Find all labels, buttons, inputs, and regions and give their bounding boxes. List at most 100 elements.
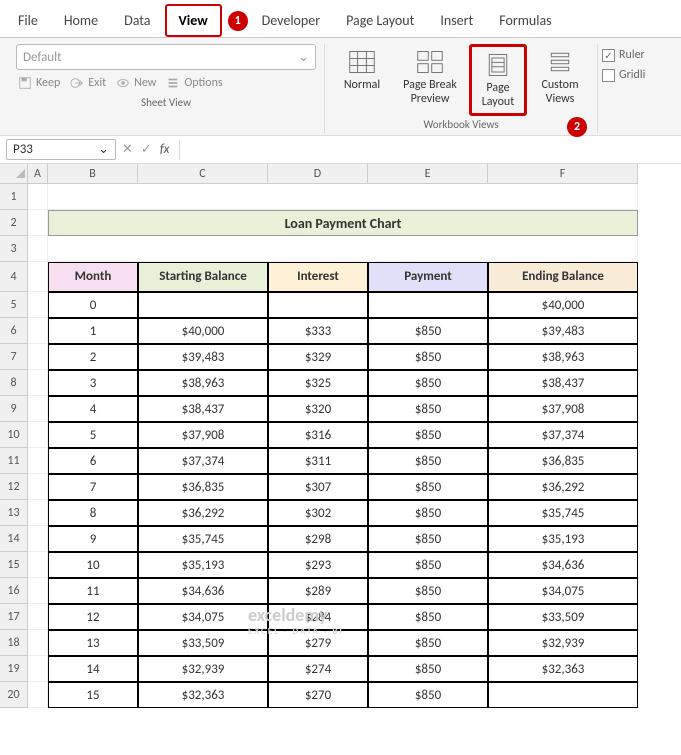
row-header[interactable]: 1 <box>0 184 28 210</box>
exit-button[interactable]: Exit <box>70 76 106 90</box>
cell-start[interactable]: $37,374 <box>138 448 268 474</box>
cell-ending[interactable]: $38,437 <box>488 370 638 396</box>
cell-ending[interactable]: $37,374 <box>488 422 638 448</box>
cell-month[interactable]: 5 <box>48 422 138 448</box>
gridlines-checkbox[interactable]: Gridli <box>602 68 645 82</box>
cell-interest[interactable]: $320 <box>268 396 368 422</box>
cell-start[interactable]: $36,835 <box>138 474 268 500</box>
col-header-e[interactable]: E <box>368 164 488 184</box>
cell-ending[interactable]: $38,963 <box>488 344 638 370</box>
name-box[interactable]: P33 ⌄ <box>6 139 116 160</box>
tab-insert[interactable]: Insert <box>428 6 485 35</box>
cell-start[interactable]: $34,636 <box>138 578 268 604</box>
cell-ending[interactable]: $35,193 <box>488 526 638 552</box>
row-header[interactable]: 20 <box>0 682 28 708</box>
cell-ending[interactable]: $32,939 <box>488 630 638 656</box>
cell-ending[interactable]: $37,908 <box>488 396 638 422</box>
cell-interest[interactable] <box>268 292 368 318</box>
cell-ending[interactable]: $39,483 <box>488 318 638 344</box>
col-header-b[interactable]: B <box>48 164 138 184</box>
cell-month[interactable]: 0 <box>48 292 138 318</box>
row-header[interactable]: 13 <box>0 500 28 526</box>
cell-interest[interactable]: $298 <box>268 526 368 552</box>
confirm-icon[interactable]: ✓ <box>141 142 152 157</box>
cell-ending[interactable]: $34,075 <box>488 578 638 604</box>
formula-input[interactable] <box>179 140 675 160</box>
cell-ending[interactable]: $33,509 <box>488 604 638 630</box>
cell-payment[interactable]: $850 <box>368 604 488 630</box>
cell-payment[interactable]: $850 <box>368 578 488 604</box>
cell-ending[interactable]: $36,835 <box>488 448 638 474</box>
row-header[interactable]: 2 <box>0 210 28 236</box>
cell-ending[interactable]: $36,292 <box>488 474 638 500</box>
cell-payment[interactable] <box>368 292 488 318</box>
tab-file[interactable]: File <box>6 6 50 35</box>
cell-payment[interactable]: $850 <box>368 526 488 552</box>
cell-start[interactable]: $37,908 <box>138 422 268 448</box>
row-header[interactable]: 11 <box>0 448 28 474</box>
cell-payment[interactable]: $850 <box>368 552 488 578</box>
col-header-a[interactable]: A <box>28 164 48 184</box>
row-header[interactable]: 14 <box>0 526 28 552</box>
row-header[interactable]: 12 <box>0 474 28 500</box>
cell-payment[interactable]: $850 <box>368 344 488 370</box>
cell-interest[interactable]: $293 <box>268 552 368 578</box>
cell-interest[interactable]: $302 <box>268 500 368 526</box>
cell-interest[interactable]: $325 <box>268 370 368 396</box>
col-header-d[interactable]: D <box>268 164 368 184</box>
cell-start[interactable]: $39,483 <box>138 344 268 370</box>
cell-interest[interactable]: $270 <box>268 682 368 708</box>
cell-month[interactable]: 2 <box>48 344 138 370</box>
fx-icon[interactable]: fx <box>160 142 170 157</box>
cell-start[interactable]: $38,437 <box>138 396 268 422</box>
row-header[interactable]: 6 <box>0 318 28 344</box>
cell-payment[interactable]: $850 <box>368 656 488 682</box>
cell-payment[interactable]: $850 <box>368 422 488 448</box>
custom-views-button[interactable]: Custom Views <box>531 44 589 110</box>
cell-ending[interactable] <box>488 682 638 708</box>
cell-month[interactable]: 1 <box>48 318 138 344</box>
cell-payment[interactable]: $850 <box>368 474 488 500</box>
cell-month[interactable]: 3 <box>48 370 138 396</box>
cell-month[interactable]: 6 <box>48 448 138 474</box>
cell-payment[interactable]: $850 <box>368 630 488 656</box>
cell-payment[interactable]: $850 <box>368 396 488 422</box>
cell-interest[interactable]: $279 <box>268 630 368 656</box>
cell-start[interactable]: $32,939 <box>138 656 268 682</box>
tab-data[interactable]: Data <box>112 6 162 35</box>
row-header[interactable]: 15 <box>0 552 28 578</box>
cell-month[interactable]: 11 <box>48 578 138 604</box>
cell-interest[interactable]: $329 <box>268 344 368 370</box>
cell-start[interactable]: $38,963 <box>138 370 268 396</box>
tab-page-layout[interactable]: Page Layout <box>334 6 426 35</box>
cell-interest[interactable]: $316 <box>268 422 368 448</box>
cell-ending[interactable]: $40,000 <box>488 292 638 318</box>
row-header[interactable]: 18 <box>0 630 28 656</box>
cell-start[interactable]: $40,000 <box>138 318 268 344</box>
tab-home[interactable]: Home <box>52 6 110 35</box>
tab-developer[interactable]: Developer <box>250 6 332 35</box>
col-header-c[interactable]: C <box>138 164 268 184</box>
cell-start[interactable] <box>138 292 268 318</box>
cell-interest[interactable]: $307 <box>268 474 368 500</box>
row-header[interactable]: 7 <box>0 344 28 370</box>
cell-month[interactable]: 13 <box>48 630 138 656</box>
cell-ending[interactable]: $32,363 <box>488 656 638 682</box>
cell-interest[interactable]: $274 <box>268 656 368 682</box>
cell-ending[interactable]: $35,745 <box>488 500 638 526</box>
row-header[interactable]: 3 <box>0 236 28 262</box>
row-header[interactable]: 10 <box>0 422 28 448</box>
cell-month[interactable]: 4 <box>48 396 138 422</box>
row-header[interactable]: 8 <box>0 370 28 396</box>
cell-ending[interactable]: $34,636 <box>488 552 638 578</box>
cancel-icon[interactable]: ✕ <box>122 142 133 157</box>
row-header[interactable]: 19 <box>0 656 28 682</box>
row-header[interactable]: 16 <box>0 578 28 604</box>
sheet-view-combo[interactable]: Default ⌄ <box>16 44 316 70</box>
row-header[interactable]: 5 <box>0 292 28 318</box>
cell-interest[interactable]: $311 <box>268 448 368 474</box>
cell-month[interactable]: 14 <box>48 656 138 682</box>
page-break-preview-button[interactable]: Page Break Preview <box>395 44 465 110</box>
cell-month[interactable]: 7 <box>48 474 138 500</box>
keep-button[interactable]: Keep <box>18 76 60 90</box>
